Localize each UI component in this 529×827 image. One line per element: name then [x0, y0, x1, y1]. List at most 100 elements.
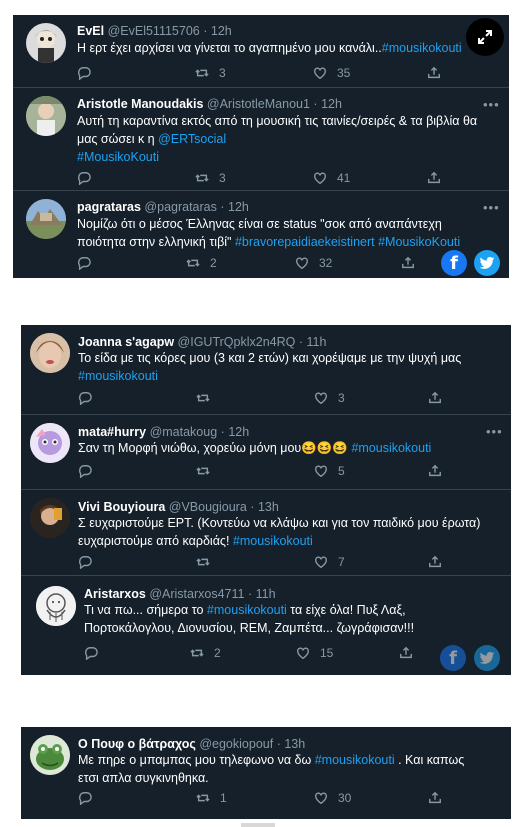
like-button[interactable]: 32 — [295, 256, 332, 270]
reply-button[interactable] — [77, 256, 101, 270]
reply-button[interactable] — [78, 391, 102, 405]
timestamp[interactable]: 12h — [228, 200, 249, 214]
author-handle[interactable]: @EvEl51115706 — [108, 24, 200, 38]
reply-button[interactable] — [78, 555, 102, 569]
author-handle[interactable]: @AristotleManou1 — [207, 97, 310, 111]
author-handle[interactable]: @matakoug — [150, 425, 218, 439]
author-handle[interactable]: @IGUTrQpklx2n4RQ — [178, 335, 296, 349]
author-name[interactable]: Aristotle Manoudakis — [77, 97, 203, 111]
avatar[interactable] — [26, 96, 66, 136]
retweet-button[interactable]: 1 — [196, 791, 227, 805]
timestamp[interactable]: 11h — [256, 587, 276, 601]
hashtag-link[interactable]: #mousikokouti — [233, 534, 313, 548]
like-button[interactable]: 3 — [314, 391, 345, 405]
tweet-item[interactable]: EvEl @EvEl51115706 · 12h Η ερτ έχει αρχί… — [13, 15, 509, 88]
separator-dot: · — [203, 24, 208, 38]
author-name[interactable]: Aristarxos — [84, 587, 146, 601]
hashtag-link[interactable]: #mousikokouti — [78, 369, 158, 383]
retweet-button[interactable] — [196, 391, 220, 405]
reply-button[interactable] — [78, 791, 102, 805]
retweet-button[interactable]: 3 — [195, 66, 226, 80]
like-button[interactable]: 35 — [313, 66, 350, 80]
avatar[interactable] — [30, 333, 70, 373]
avatar[interactable] — [30, 498, 70, 538]
hashtag-link[interactable]: #mousikokouti — [315, 753, 395, 767]
heart-icon — [314, 172, 326, 185]
reply-icon — [78, 465, 92, 478]
like-button[interactable]: 41 — [313, 171, 350, 185]
avatar[interactable] — [26, 199, 66, 239]
share-button[interactable] — [428, 555, 452, 569]
timestamp[interactable]: 11h — [307, 335, 327, 349]
facebook-icon[interactable]: f — [440, 645, 466, 671]
twitter-bird-icon[interactable] — [474, 645, 500, 671]
author-name[interactable]: mata#hurry — [78, 425, 146, 439]
hashtag-link[interactable]: #bravorepaidiaekeistinert — [235, 235, 375, 249]
hashtag-link[interactable]: #MousikoKouti — [378, 235, 460, 249]
timestamp[interactable]: 13h — [258, 500, 279, 514]
retweet-button[interactable] — [196, 464, 220, 478]
retweet-button[interactable] — [196, 555, 220, 569]
expand-icon[interactable] — [466, 18, 504, 56]
share-button[interactable] — [427, 66, 451, 80]
like-button[interactable]: 30 — [314, 791, 351, 805]
more-options-icon[interactable]: ••• — [486, 425, 503, 438]
author-handle[interactable]: @VBougioura — [169, 500, 247, 514]
avatar[interactable] — [30, 735, 70, 775]
like-button[interactable]: 5 — [314, 464, 345, 478]
timestamp[interactable]: 13h — [284, 737, 305, 751]
tweet-item[interactable]: Ο Πουφ ο βάτραχος @egokiopouf · 13h Με π… — [21, 727, 511, 819]
reply-button[interactable] — [78, 464, 102, 478]
tweet-text-segment: 😆😆😆 — [301, 441, 348, 455]
tweet-item[interactable]: Vivi Bouyioura @VBougioura · 13h Σ ευχαρ… — [21, 490, 511, 576]
tweet-item[interactable]: Aristarxos @Aristarxos4711 · 11h Τι να π… — [21, 576, 511, 675]
tweet-item[interactable]: Joanna s'agapw @IGUTrQpklx2n4RQ · 11h Το… — [21, 325, 511, 415]
reply-button[interactable] — [77, 66, 101, 80]
tweet-item[interactable]: Aristotle Manoudakis @AristotleManou1 · … — [13, 88, 509, 191]
retweet-button[interactable]: 2 — [190, 646, 221, 660]
author-name[interactable]: Vivi Bouyioura — [78, 500, 165, 514]
timestamp[interactable]: 12h — [228, 425, 249, 439]
author-handle[interactable]: @pagrataras — [144, 200, 216, 214]
like-button[interactable]: 15 — [296, 646, 333, 660]
share-button[interactable] — [401, 256, 425, 270]
more-options-icon[interactable]: ••• — [483, 98, 500, 111]
share-button[interactable] — [399, 646, 423, 660]
timestamp[interactable]: 12h — [321, 97, 342, 111]
share-button[interactable] — [428, 791, 452, 805]
retweet-button[interactable]: 3 — [195, 171, 226, 185]
author-name[interactable]: pagrataras — [77, 200, 141, 214]
reply-icon — [77, 257, 91, 270]
author-handle[interactable]: @Aristarxos4711 — [149, 587, 244, 601]
reply-button[interactable] — [84, 646, 108, 660]
hashtag-link[interactable]: #MousikoKouti — [77, 150, 159, 164]
author-name[interactable]: EvEl — [77, 24, 104, 38]
share-button[interactable] — [428, 391, 452, 405]
author-name[interactable]: Joanna s'agapw — [78, 335, 174, 349]
scroll-indicator[interactable] — [241, 823, 275, 827]
tweet-text-line: Αυτή τη καραντίνα εκτός από τη μουσική τ… — [77, 112, 477, 130]
avatar[interactable] — [36, 586, 76, 626]
mention-link[interactable]: @ERTsocial — [158, 132, 226, 146]
tweet-item[interactable]: mata#hurry @matakoug · 12h ••• Σαν τη Μο… — [21, 415, 511, 490]
timestamp[interactable]: 12h — [211, 24, 232, 38]
avatar[interactable] — [30, 423, 70, 463]
author-handle[interactable]: @egokiopouf — [199, 737, 273, 751]
tweet-item[interactable]: pagrataras @pagrataras · 12h ••• Νομίζω … — [13, 191, 509, 278]
heart-icon — [315, 465, 327, 478]
share-button[interactable] — [428, 464, 452, 478]
retweet-icon — [196, 467, 210, 475]
hashtag-link[interactable]: #mousikokouti — [207, 603, 287, 617]
share-button[interactable] — [427, 171, 451, 185]
twitter-bird-icon[interactable] — [474, 250, 500, 276]
reply-button[interactable] — [77, 171, 101, 185]
retweet-button[interactable]: 2 — [186, 256, 217, 270]
author-name[interactable]: Ο Πουφ ο βάτραχος — [78, 737, 196, 751]
hashtag-link[interactable]: #mousikokouti — [382, 41, 462, 55]
avatar[interactable] — [26, 23, 66, 63]
like-button[interactable]: 7 — [314, 555, 345, 569]
tweet-text-segment: ευχαριστούμε από καρδιάς! — [78, 534, 233, 548]
more-options-icon[interactable]: ••• — [483, 201, 500, 214]
facebook-icon[interactable]: f — [441, 250, 467, 276]
hashtag-link[interactable]: #mousikokouti — [351, 441, 431, 455]
